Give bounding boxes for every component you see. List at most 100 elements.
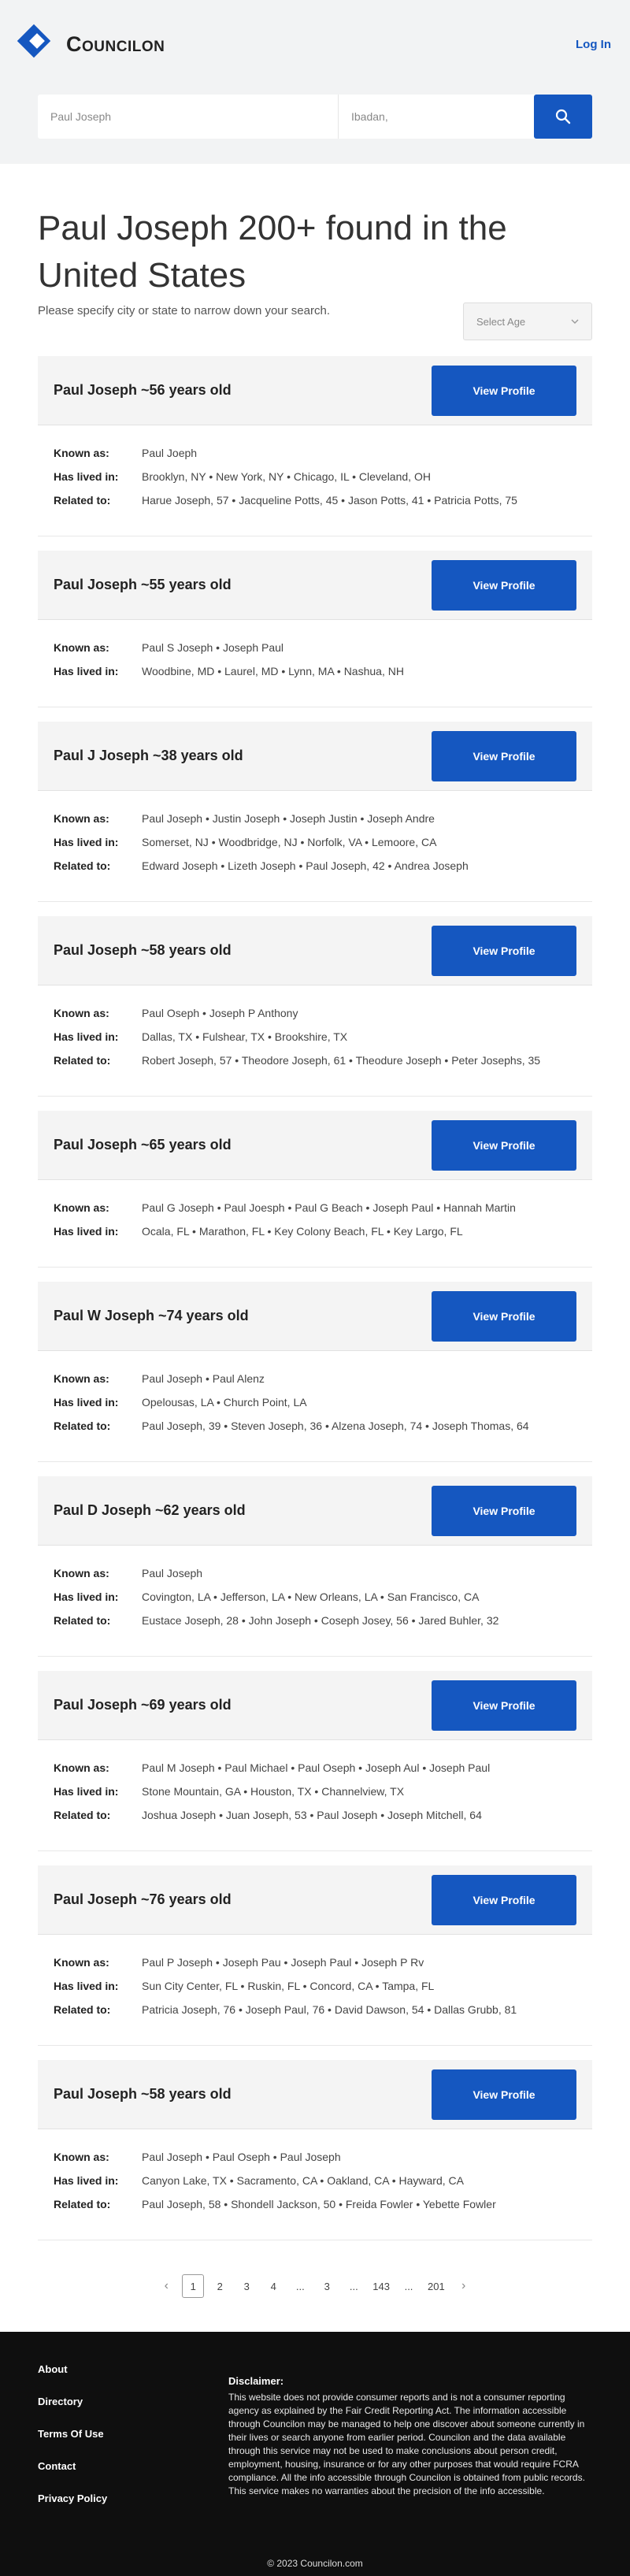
page-title: Paul Joseph 200+ found in the United Sta… (38, 209, 507, 295)
related-to-label: Related to: (54, 1420, 111, 1432)
known-as-row: Known as: Paul P Joseph • Joseph Pau • J… (54, 1951, 576, 1974)
footer-link-about[interactable]: About (38, 2363, 228, 2375)
result-details: Known as: Paul M Joseph • Paul Michael •… (38, 1740, 592, 1851)
hero-header: Councilon Log In Paul Joseph Ibadan, (0, 0, 630, 164)
view-profile-button[interactable]: View Profile (432, 1290, 576, 1342)
related-to-value: Edward Joseph • Lizeth Joseph • Paul Jos… (142, 859, 469, 872)
next-page-button[interactable]: › (453, 2274, 475, 2298)
result-header: Paul J Joseph ~38 years old View Profile (38, 722, 592, 791)
page-number[interactable]: 143 (369, 2274, 393, 2298)
has-lived-in-label: Has lived in: (54, 2174, 119, 2187)
result-header: Paul Joseph ~69 years old View Profile (38, 1671, 592, 1740)
related-to-row: Related to: Harue Joseph, 57 • Jacquelin… (54, 488, 576, 512)
has-lived-in-row: Has lived in: Opelousas, LA • Church Poi… (54, 1390, 576, 1414)
subtitle-row: Please specify city or state to narrow d… (38, 299, 592, 342)
age-select-label: Select Age (476, 315, 526, 328)
known-as-value: Paul Joseph • Justin Joseph • Joseph Jus… (142, 812, 435, 825)
view-profile-button[interactable]: View Profile (432, 2069, 576, 2120)
has-lived-in-row: Has lived in: Covington, LA • Jefferson,… (54, 1585, 576, 1609)
known-as-label: Known as: (54, 1007, 109, 1019)
pagination-ellipsis: ... (349, 2280, 358, 2292)
person-name: Paul Joseph ~65 years old (54, 1137, 232, 1153)
result-card: Paul D Joseph ~62 years old View Profile… (38, 1476, 592, 1657)
result-header: Paul Joseph ~76 years old View Profile (38, 1865, 592, 1935)
has-lived-in-value: Ocala, FL • Marathon, FL • Key Colony Be… (142, 1225, 463, 1238)
result-header: Paul D Joseph ~62 years old View Profile (38, 1476, 592, 1546)
copyright: © 2023 Councilon.com (267, 2558, 363, 2569)
related-to-row: Related to: Edward Joseph • Lizeth Josep… (54, 854, 576, 878)
related-to-value: Robert Joseph, 57 • Theodore Joseph, 61 … (142, 1054, 541, 1067)
footer-link-terms-of-use[interactable]: Terms Of Use (38, 2428, 228, 2440)
known-as-row: Known as: Paul Joseph • Justin Joseph • … (54, 807, 576, 830)
result-header: Paul Joseph ~58 years old View Profile (38, 916, 592, 985)
known-as-row: Known as: Paul M Joseph • Paul Michael •… (54, 1756, 576, 1780)
view-profile-button[interactable]: View Profile (432, 1485, 576, 1536)
has-lived-in-value: Brooklyn, NY • New York, NY • Chicago, I… (142, 470, 431, 483)
known-as-label: Known as: (54, 1956, 109, 1969)
page-number[interactable]: 2 (209, 2274, 231, 2298)
view-profile-button[interactable]: View Profile (432, 365, 576, 416)
person-name: Paul Joseph ~58 years old (54, 2086, 232, 2102)
pagination: ‹ 1 2 3 4... 3... 143... 201 › (38, 2272, 592, 2300)
page-number[interactable]: 4 (262, 2274, 284, 2298)
known-as-value: Paul Oseph • Joseph P Anthony (142, 1007, 298, 1019)
has-lived-in-value: Covington, LA • Jefferson, LA • New Orle… (142, 1591, 480, 1603)
has-lived-in-label: Has lived in: (54, 1785, 119, 1798)
result-header: Paul Joseph ~55 years old View Profile (38, 551, 592, 620)
disclaimer: Disclaimer: This website does not provid… (228, 2363, 592, 2525)
footer-link-privacy-policy[interactable]: Privacy Policy (38, 2492, 228, 2504)
known-as-row: Known as: Paul Joeph (54, 441, 576, 465)
related-to-row: Related to: Paul Joseph, 58 • Shondell J… (54, 2192, 576, 2216)
prev-page-button[interactable]: ‹ (155, 2274, 177, 2298)
result-details: Known as: Paul G Joseph • Paul Joesph • … (38, 1180, 592, 1268)
logo[interactable]: Councilon (17, 24, 165, 62)
age-select[interactable]: Select Age (463, 303, 592, 340)
page-number[interactable]: 3 (316, 2274, 338, 2298)
known-as-label: Known as: (54, 1201, 109, 1214)
has-lived-in-value: Canyon Lake, TX • Sacramento, CA • Oakla… (142, 2174, 464, 2187)
has-lived-in-row: Has lived in: Dallas, TX • Fulshear, TX … (54, 1025, 576, 1049)
related-to-value: Eustace Joseph, 28 • John Joseph • Cosep… (142, 1614, 499, 1627)
page-number[interactable]: 201 (424, 2274, 448, 2298)
view-profile-button[interactable]: View Profile (432, 559, 576, 611)
known-as-row: Known as: Paul Joseph • Paul Oseph • Pau… (54, 2145, 576, 2169)
page-number[interactable]: 1 (182, 2274, 205, 2298)
location-input[interactable]: Ibadan, (339, 95, 534, 139)
result-card: Paul Joseph ~65 years old View Profile K… (38, 1111, 592, 1268)
person-name: Paul Joseph ~56 years old (54, 382, 232, 398)
view-profile-button[interactable]: View Profile (432, 1874, 576, 1925)
related-to-row: Related to: Patricia Joseph, 76 • Joseph… (54, 1998, 576, 2021)
known-as-row: Known as: Paul Oseph • Joseph P Anthony (54, 1001, 576, 1025)
footer: About Directory Terms Of Use Contact Privacy… (0, 2332, 630, 2576)
related-to-label: Related to: (54, 494, 111, 507)
has-lived-in-label: Has lived in: (54, 1591, 119, 1603)
result-header: Paul Joseph ~65 years old View Profile (38, 1111, 592, 1180)
result-details: Known as: Paul Oseph • Joseph P Anthony … (38, 985, 592, 1097)
view-profile-button[interactable]: View Profile (432, 1680, 576, 1731)
known-as-row: Known as: Paul G Joseph • Paul Joesph • … (54, 1196, 576, 1219)
result-card: Paul Joseph ~58 years old View Profile K… (38, 2060, 592, 2240)
known-as-label: Known as: (54, 641, 109, 654)
related-to-label: Related to: (54, 2003, 111, 2016)
known-as-value: Paul Joseph • Paul Oseph • Paul Joseph (142, 2151, 341, 2163)
footer-link-directory[interactable]: Directory (38, 2396, 228, 2407)
has-lived-in-label: Has lived in: (54, 665, 119, 677)
name-search-input[interactable]: Paul Joseph (38, 95, 339, 139)
related-to-label: Related to: (54, 1054, 111, 1067)
view-profile-button[interactable]: View Profile (432, 925, 576, 976)
related-to-row: Related to: Eustace Joseph, 28 • John Jo… (54, 1609, 576, 1632)
login-link[interactable]: Log In (576, 38, 611, 51)
view-profile-button[interactable]: View Profile (432, 1119, 576, 1171)
has-lived-in-value: Opelousas, LA • Church Point, LA (142, 1396, 307, 1409)
search-button[interactable] (534, 95, 592, 139)
known-as-value: Paul Joeph (142, 447, 198, 459)
known-as-row: Known as: Paul Joseph • Paul Alenz (54, 1367, 576, 1390)
result-details: Known as: Paul Joseph Has lived in: Covi… (38, 1546, 592, 1657)
has-lived-in-row: Has lived in: Canyon Lake, TX • Sacramen… (54, 2169, 576, 2192)
view-profile-button[interactable]: View Profile (432, 730, 576, 781)
has-lived-in-row: Has lived in: Sun City Center, FL • Rusk… (54, 1974, 576, 1998)
brand-name: Councilon (66, 32, 165, 56)
page-number[interactable]: 3 (235, 2274, 258, 2298)
person-name: Paul Joseph ~76 years old (54, 1891, 232, 1907)
result-details: Known as: Paul P Joseph • Joseph Pau • J… (38, 1935, 592, 2046)
